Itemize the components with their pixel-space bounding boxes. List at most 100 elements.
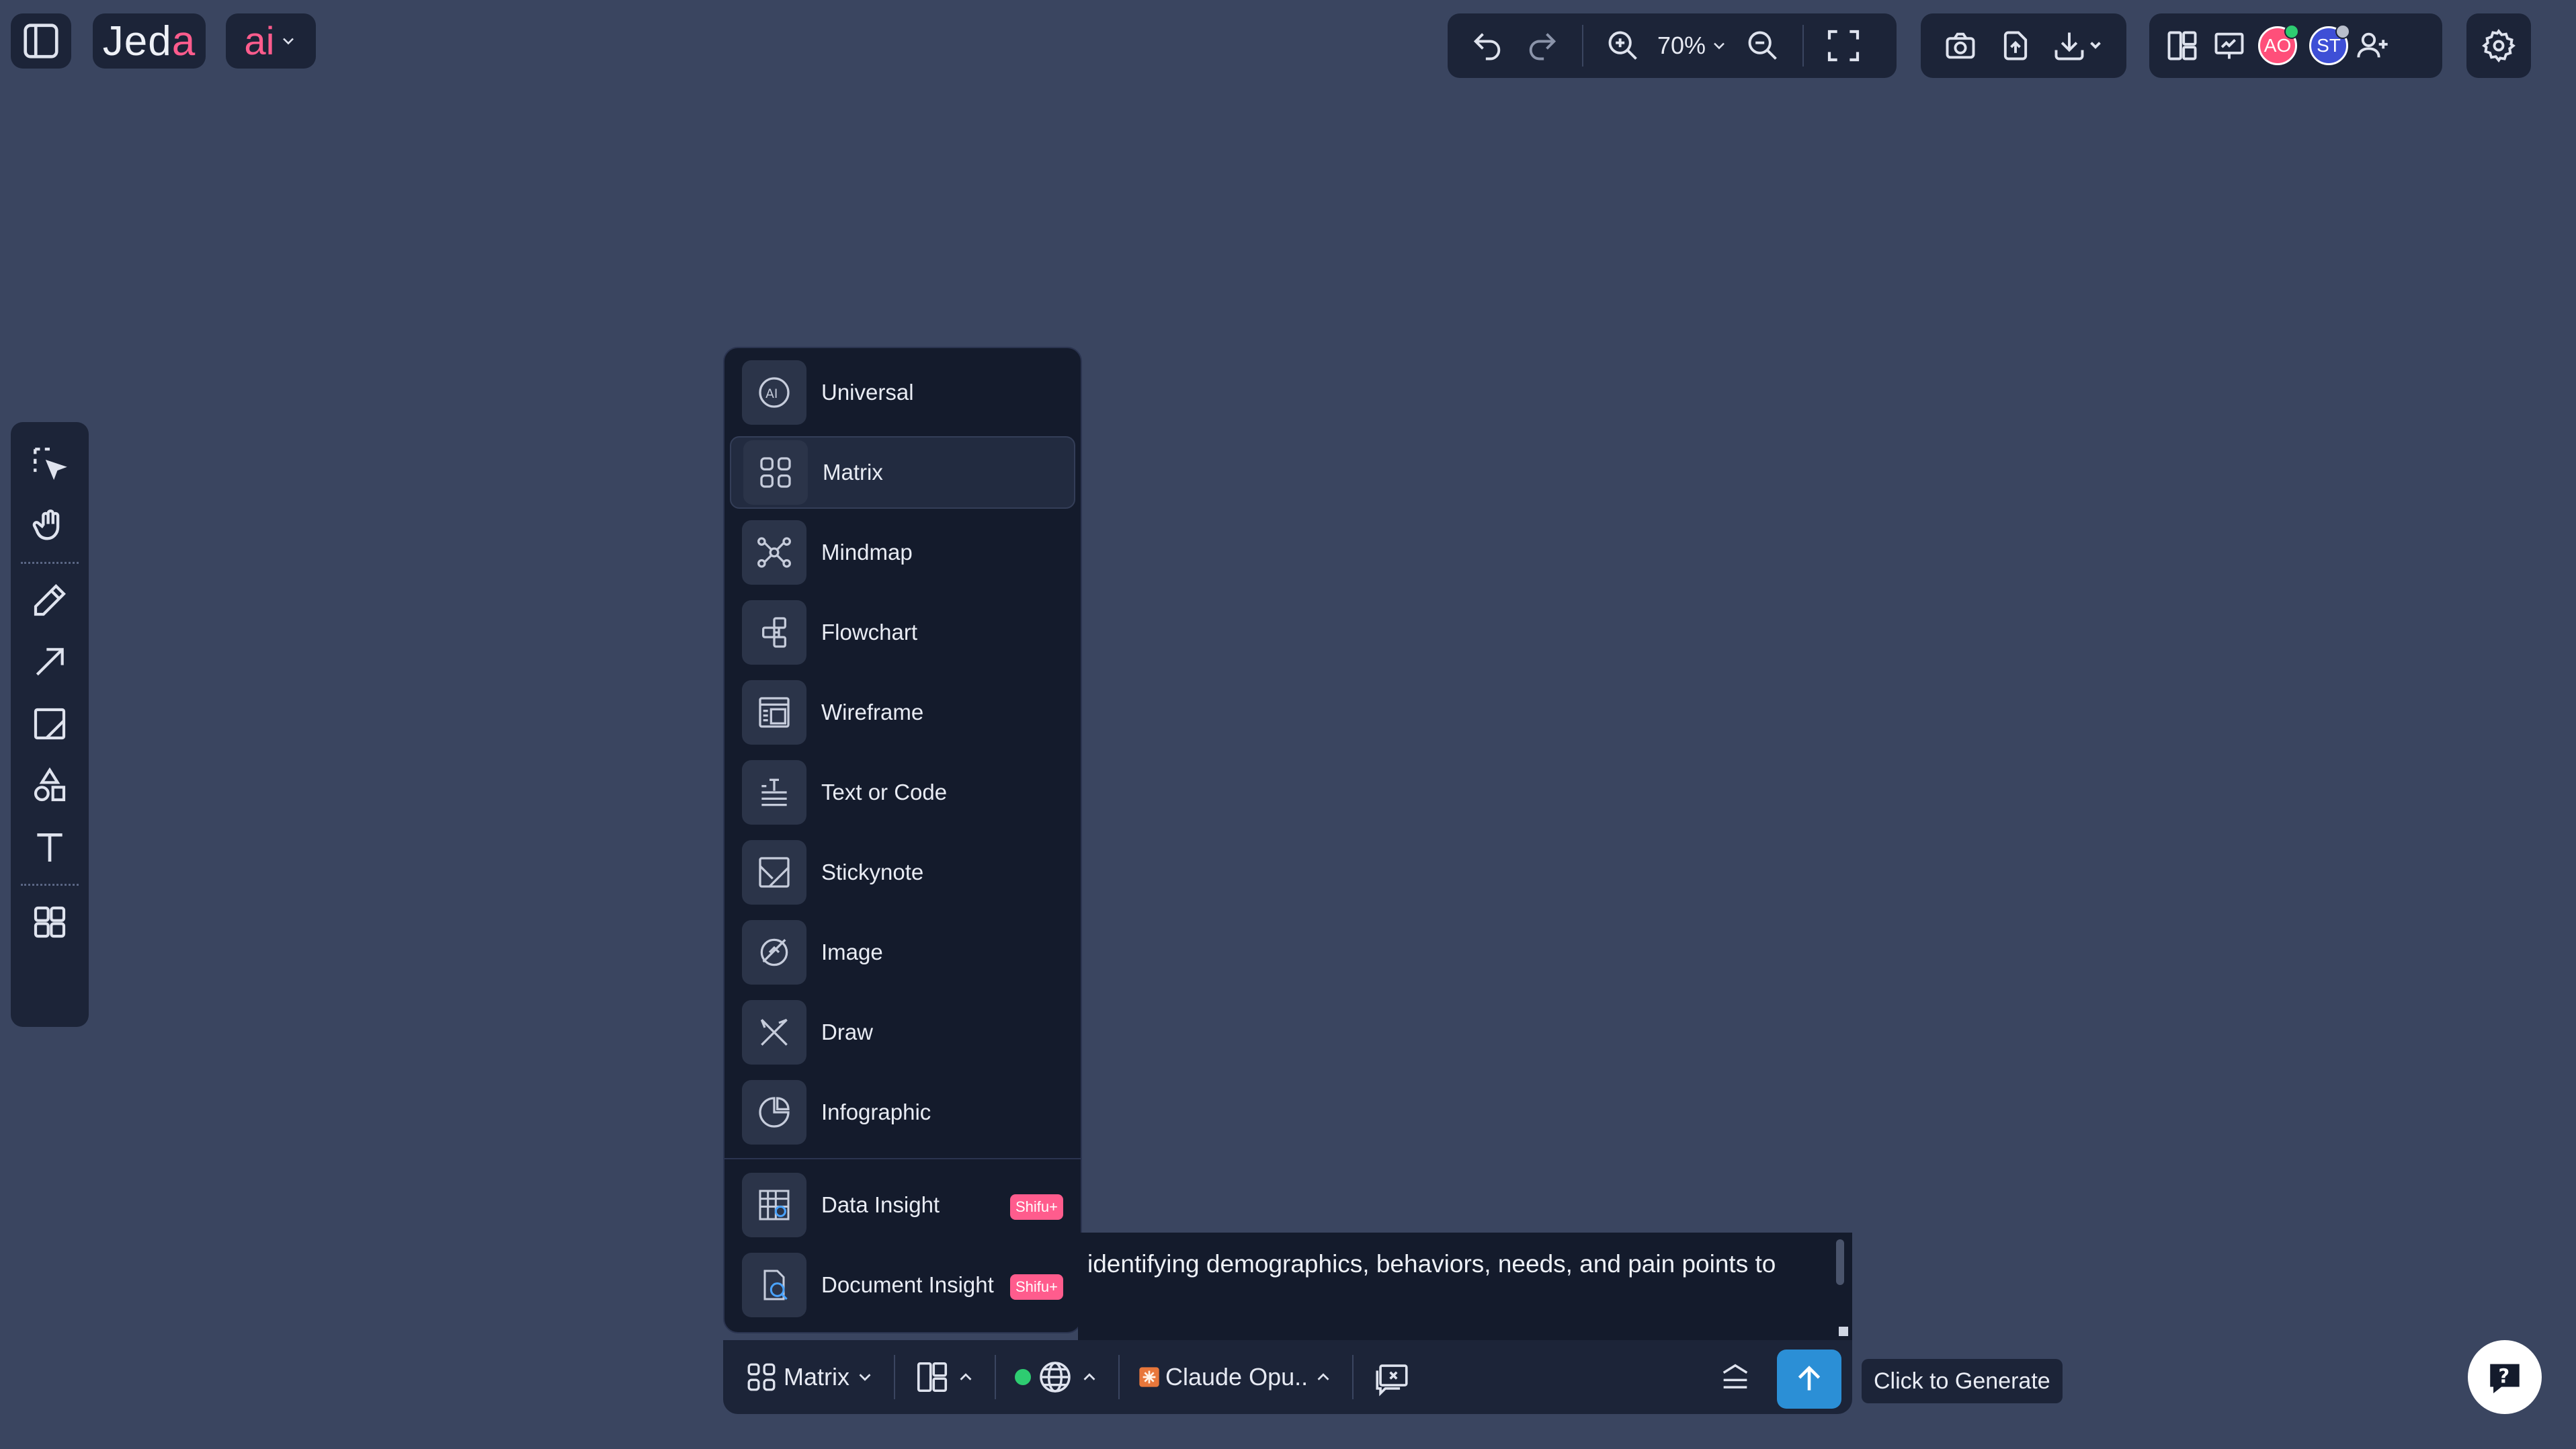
- status-dot: [1015, 1369, 1031, 1385]
- clear-chat-button[interactable]: [1366, 1350, 1418, 1404]
- text-code-icon: [742, 760, 806, 825]
- wireframe-icon: [742, 680, 806, 745]
- premium-badge: Shifu+: [1010, 1194, 1063, 1220]
- ai-circle-icon: AI: [742, 360, 806, 425]
- menu-item-text-or-code[interactable]: Text or Code: [730, 756, 1075, 829]
- presentation-icon: [2212, 28, 2247, 63]
- sidebar-toggle-button[interactable]: [11, 13, 71, 69]
- chat-clear-icon: [1372, 1358, 1411, 1397]
- prompt-text: identifying demographics, behaviors, nee…: [1087, 1250, 1776, 1278]
- menu-item-image[interactable]: Image: [730, 916, 1075, 989]
- zoom-level-select[interactable]: 70%: [1653, 32, 1733, 60]
- zoom-in-button[interactable]: [1598, 21, 1648, 71]
- prompt-input[interactable]: identifying demographics, behaviors, nee…: [1078, 1233, 1852, 1340]
- menu-item-infographic[interactable]: Infographic: [730, 1076, 1075, 1149]
- undo-button[interactable]: [1462, 21, 1512, 71]
- redo-button[interactable]: [1518, 21, 1567, 71]
- model-select[interactable]: Claude Opu..: [1132, 1350, 1340, 1404]
- left-tool-palette: [11, 422, 89, 1027]
- menu-item-label: Stickynote: [821, 860, 924, 884]
- menu-item-universal[interactable]: AI Universal: [730, 356, 1075, 429]
- help-question-icon: ?: [2485, 1358, 2524, 1397]
- collapse-button[interactable]: [1711, 1350, 1759, 1404]
- help-button[interactable]: ?: [2468, 1340, 2542, 1414]
- grid-icon: [745, 1360, 778, 1394]
- shapes-tool[interactable]: [23, 755, 77, 817]
- menu-item-label: Universal: [821, 380, 914, 405]
- avatar-st[interactable]: ST: [2309, 24, 2350, 65]
- ai-menu-button[interactable]: ai: [226, 13, 316, 69]
- premium-badge: Shifu+: [1010, 1274, 1063, 1300]
- fullscreen-button[interactable]: [1819, 21, 1868, 71]
- history-zoom-toolbar: 70%: [1448, 13, 1897, 78]
- menu-item-document-insight[interactable]: Document Insight Shifu+: [730, 1249, 1075, 1321]
- menu-item-data-insight[interactable]: Data Insight Shifu+: [730, 1169, 1075, 1241]
- sidebar-panel-icon: [20, 20, 62, 62]
- download-button[interactable]: [2046, 21, 2110, 71]
- avatar-initials: AO: [2263, 35, 2292, 56]
- text-tool[interactable]: [23, 817, 77, 878]
- chevron-up-icon: [1079, 1367, 1099, 1387]
- draw-icon: [742, 1000, 806, 1065]
- web-search-select[interactable]: [1008, 1350, 1106, 1404]
- upload-file-icon: [1998, 28, 2033, 63]
- components-tool[interactable]: [23, 891, 77, 953]
- divider: [21, 884, 79, 886]
- pencil-tool[interactable]: [23, 569, 77, 631]
- mode-select[interactable]: Matrix: [738, 1350, 882, 1404]
- presentation-button[interactable]: [2207, 21, 2251, 71]
- layout-button[interactable]: [2160, 21, 2204, 71]
- select-tool[interactable]: [23, 433, 77, 495]
- claude-logo-icon: [1138, 1366, 1160, 1388]
- svg-text:AI: AI: [765, 387, 778, 401]
- menu-item-mindmap[interactable]: Mindmap: [730, 516, 1075, 589]
- divider: [1802, 25, 1804, 67]
- share-button[interactable]: [1991, 21, 2040, 71]
- flowchart-icon: [742, 600, 806, 665]
- redo-icon: [1525, 28, 1560, 63]
- generate-button[interactable]: [1777, 1350, 1841, 1409]
- invite-user-button[interactable]: [2351, 21, 2395, 71]
- data-insight-icon: [742, 1173, 806, 1237]
- menu-item-wireframe[interactable]: Wireframe: [730, 676, 1075, 749]
- model-label: Claude Opu..: [1165, 1363, 1308, 1391]
- text-icon: [31, 829, 69, 866]
- jeda-logo[interactable]: Jed a: [93, 13, 206, 69]
- layout-select[interactable]: [907, 1350, 983, 1404]
- mindmap-icon: [742, 520, 806, 585]
- pencil-icon: [31, 581, 69, 619]
- settings-button[interactable]: [2466, 13, 2531, 78]
- menu-item-label: Flowchart: [821, 620, 918, 645]
- stickynote-icon: [742, 840, 806, 905]
- menu-item-label: Draw: [821, 1020, 874, 1044]
- arrow-tool[interactable]: [23, 631, 77, 693]
- menu-item-draw[interactable]: Draw: [730, 996, 1075, 1069]
- avatar-ao[interactable]: AO: [2258, 24, 2299, 65]
- screenshot-button[interactable]: [1936, 21, 1985, 71]
- menu-item-label: Document Insight: [821, 1272, 994, 1297]
- add-user-icon: [2356, 28, 2391, 63]
- menu-item-matrix[interactable]: Matrix: [730, 436, 1075, 509]
- prompt-scrollbar[interactable]: [1836, 1239, 1844, 1285]
- components-icon: [31, 903, 69, 941]
- svg-text:?: ?: [2498, 1364, 2509, 1387]
- menu-item-flowchart[interactable]: Flowchart: [730, 596, 1075, 669]
- menu-item-label: Mindmap: [821, 540, 913, 565]
- divider: [894, 1355, 895, 1399]
- resize-handle[interactable]: [1839, 1327, 1848, 1336]
- fullscreen-icon: [1825, 27, 1862, 65]
- chevron-up-icon: [956, 1367, 976, 1387]
- sticky-icon: [31, 705, 69, 743]
- menu-item-label: Text or Code: [821, 780, 948, 804]
- hand-tool[interactable]: [23, 495, 77, 556]
- sticky-tool[interactable]: [23, 693, 77, 755]
- chevron-down-icon: [1710, 36, 1729, 55]
- prompt-toolbar: Matrix Claude Opu..: [723, 1340, 1852, 1414]
- zoom-out-button[interactable]: [1738, 21, 1788, 71]
- arrow-up-icon: [1792, 1362, 1826, 1396]
- menu-item-stickynote[interactable]: Stickynote: [730, 836, 1075, 909]
- menu-item-label: Data Insight: [821, 1192, 940, 1217]
- divider: [995, 1355, 996, 1399]
- zoom-level-value: 70%: [1657, 32, 1706, 59]
- document-insight-icon: [742, 1253, 806, 1317]
